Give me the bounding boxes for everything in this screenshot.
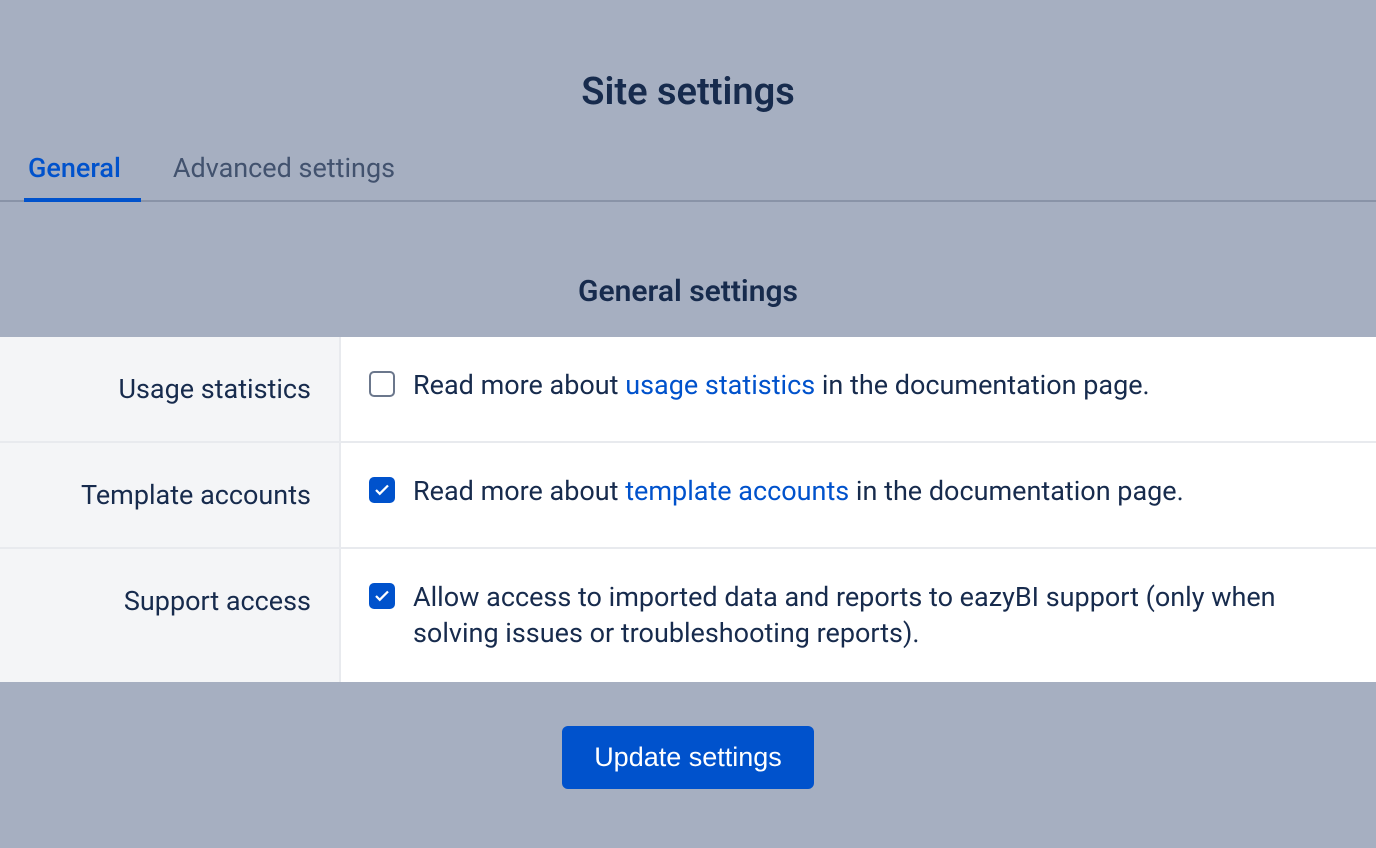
checkbox-template-accounts[interactable] bbox=[369, 477, 395, 503]
check-icon bbox=[373, 481, 391, 499]
checkbox-usage-statistics[interactable] bbox=[369, 371, 395, 397]
desc-text-before: Read more about bbox=[413, 369, 625, 401]
page-title: Site settings bbox=[0, 0, 1376, 144]
tab-general[interactable]: General bbox=[24, 144, 141, 200]
update-settings-button[interactable]: Update settings bbox=[562, 726, 814, 789]
value-template-accounts: Read more about template accounts in the… bbox=[340, 442, 1376, 548]
label-template-accounts: Template accounts bbox=[0, 442, 340, 548]
check-icon bbox=[373, 587, 391, 605]
label-usage-statistics: Usage statistics bbox=[0, 337, 340, 442]
value-usage-statistics: Read more about usage statistics in the … bbox=[340, 337, 1376, 442]
row-template-accounts: Template accounts Read more about templa… bbox=[0, 442, 1376, 548]
desc-usage-statistics: Read more about usage statistics in the … bbox=[413, 367, 1150, 403]
label-support-access: Support access bbox=[0, 548, 340, 682]
desc-text-after: in the documentation page. bbox=[815, 369, 1150, 401]
link-template-accounts[interactable]: template accounts bbox=[625, 475, 849, 507]
desc-support-access: Allow access to imported data and report… bbox=[413, 579, 1348, 652]
row-usage-statistics: Usage statistics Read more about usage s… bbox=[0, 337, 1376, 442]
checkbox-support-access[interactable] bbox=[369, 583, 395, 609]
section-title: General settings bbox=[0, 246, 1376, 337]
settings-table: Usage statistics Read more about usage s… bbox=[0, 337, 1376, 682]
button-row: Update settings bbox=[0, 682, 1376, 833]
settings-panel: General settings Usage statistics Read m… bbox=[0, 246, 1376, 833]
desc-template-accounts: Read more about template accounts in the… bbox=[413, 473, 1184, 509]
link-usage-statistics[interactable]: usage statistics bbox=[625, 369, 815, 401]
row-support-access: Support access Allow access to imported … bbox=[0, 548, 1376, 682]
desc-text-before: Read more about bbox=[413, 475, 625, 507]
tabs-bar: General Advanced settings bbox=[0, 144, 1376, 202]
desc-text-after: in the documentation page. bbox=[849, 475, 1184, 507]
tab-advanced-settings[interactable]: Advanced settings bbox=[169, 144, 415, 200]
value-support-access: Allow access to imported data and report… bbox=[340, 548, 1376, 682]
